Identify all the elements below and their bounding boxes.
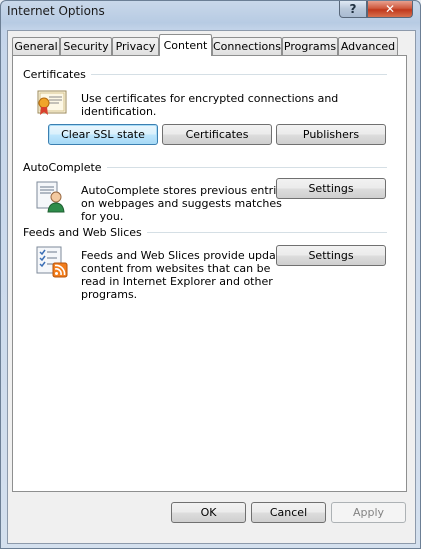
close-icon: ✕	[384, 2, 396, 16]
autocomplete-description-line: AutoComplete stores previous entries	[81, 184, 289, 197]
content-tab-panel: Certificates Use certificates for encryp…	[12, 55, 407, 492]
title-bar[interactable]: Internet Options ? ✕	[1, 1, 420, 25]
tab-programs[interactable]: Programs	[282, 37, 338, 55]
apply-button[interactable]: Apply	[331, 502, 406, 523]
tab-content[interactable]: Content	[159, 34, 212, 56]
autocomplete-description-line: for you.	[81, 210, 124, 223]
certificates-heading: Certificates	[23, 68, 91, 81]
help-button[interactable]: ?	[339, 1, 367, 18]
feeds-icon	[36, 246, 68, 278]
cancel-button[interactable]: Cancel	[251, 502, 326, 523]
feeds-description-line: Feeds and Web Slices provide updated	[81, 249, 294, 262]
feeds-description-line: programs.	[81, 288, 138, 301]
autocomplete-heading: AutoComplete	[23, 161, 107, 174]
tab-connections[interactable]: Connections	[212, 37, 282, 55]
tab-security[interactable]: Security	[60, 37, 112, 55]
internet-options-window: Internet Options ? ✕ General Security Pr…	[0, 0, 421, 549]
feeds-description-line: content from websites that can be	[81, 262, 271, 275]
certificates-button[interactable]: Certificates	[162, 124, 272, 145]
feeds-description: Feeds and Web Slices provide updated con…	[81, 249, 294, 301]
dialog-client-area: General Security Privacy Content Connect…	[7, 30, 416, 544]
certificate-icon	[37, 90, 67, 115]
clear-ssl-state-button[interactable]: Clear SSL state	[48, 124, 158, 145]
feeds-settings-button[interactable]: Settings	[276, 245, 386, 266]
tab-advanced[interactable]: Advanced	[338, 37, 398, 55]
tab-privacy[interactable]: Privacy	[112, 37, 159, 55]
autocomplete-user-icon	[36, 181, 65, 213]
feeds-heading: Feeds and Web Slices	[23, 226, 147, 239]
autocomplete-description: AutoComplete stores previous entries on …	[81, 184, 289, 223]
autocomplete-settings-button[interactable]: Settings	[276, 178, 386, 199]
feeds-description-line: read in Internet Explorer and other	[81, 275, 273, 288]
ok-button[interactable]: OK	[171, 502, 246, 523]
tab-general[interactable]: General	[12, 37, 60, 55]
close-button[interactable]: ✕	[367, 1, 413, 18]
certificates-description: Use certificates for encrypted connectio…	[81, 92, 339, 118]
publishers-button[interactable]: Publishers	[276, 124, 386, 145]
window-title: Internet Options	[7, 4, 105, 18]
help-icon: ?	[349, 2, 357, 16]
autocomplete-description-line: on webpages and suggests matches	[81, 197, 282, 210]
